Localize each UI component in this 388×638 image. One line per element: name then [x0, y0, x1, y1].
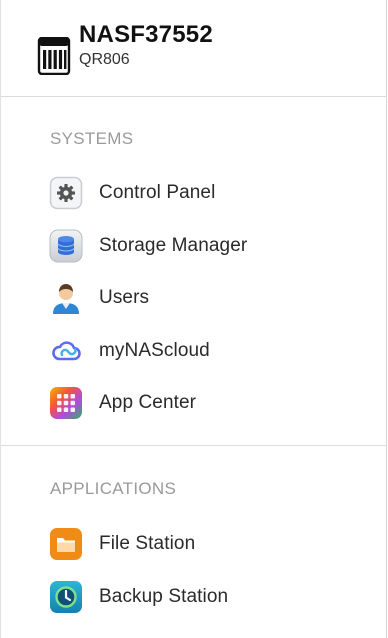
file-station-folder-icon: [50, 528, 82, 561]
applications-section: APPLICATIONS File Station Backup Station: [1, 446, 386, 623]
menu-item-label: App Center: [99, 392, 197, 414]
menu-item-label: Users: [99, 287, 150, 309]
systems-list: Control Panel Storage Manager Users myNA…: [1, 167, 386, 430]
users-person-icon: [53, 284, 79, 315]
menu-item-label: Storage Manager: [99, 234, 248, 256]
menu-item-control-panel[interactable]: Control Panel: [1, 167, 386, 220]
device-header: NASF37552 QR806: [1, 0, 386, 97]
menu-item-users[interactable]: Users: [1, 272, 386, 325]
backup-station-clock-icon: [50, 580, 82, 613]
menu-item-label: Backup Station: [99, 585, 229, 607]
storage-manager-database-icon: [49, 229, 83, 263]
menu-item-backup-station[interactable]: Backup Station: [1, 571, 386, 624]
menu-item-app-center[interactable]: App Center: [1, 377, 386, 430]
device-name: NASF37552: [79, 21, 213, 48]
device-model: QR806: [79, 51, 130, 68]
menu-item-file-station[interactable]: File Station: [1, 518, 386, 571]
applications-list: File Station Backup Station: [1, 518, 386, 623]
main-menu-panel: NASF37552 QR806 SYSTEMS Control Panel St…: [0, 0, 387, 638]
control-panel-gear-icon: [49, 177, 83, 210]
applications-section-title: APPLICATIONS: [50, 479, 177, 498]
menu-item-mynascloud[interactable]: myNAScloud: [1, 325, 386, 378]
menu-item-label: myNAScloud: [99, 339, 210, 361]
mynascloud-cloud-icon: [52, 341, 81, 361]
systems-section-title: SYSTEMS: [50, 129, 134, 148]
nas-device-icon: [37, 37, 71, 75]
menu-item-label: File Station: [99, 533, 196, 555]
menu-item-label: Control Panel: [99, 182, 216, 204]
menu-item-storage-manager[interactable]: Storage Manager: [1, 220, 386, 273]
systems-section: SYSTEMS Control Panel Storage Manager Us…: [1, 97, 386, 446]
app-center-grid-icon: [50, 387, 82, 420]
device-info: NASF37552 QR806: [79, 20, 213, 69]
